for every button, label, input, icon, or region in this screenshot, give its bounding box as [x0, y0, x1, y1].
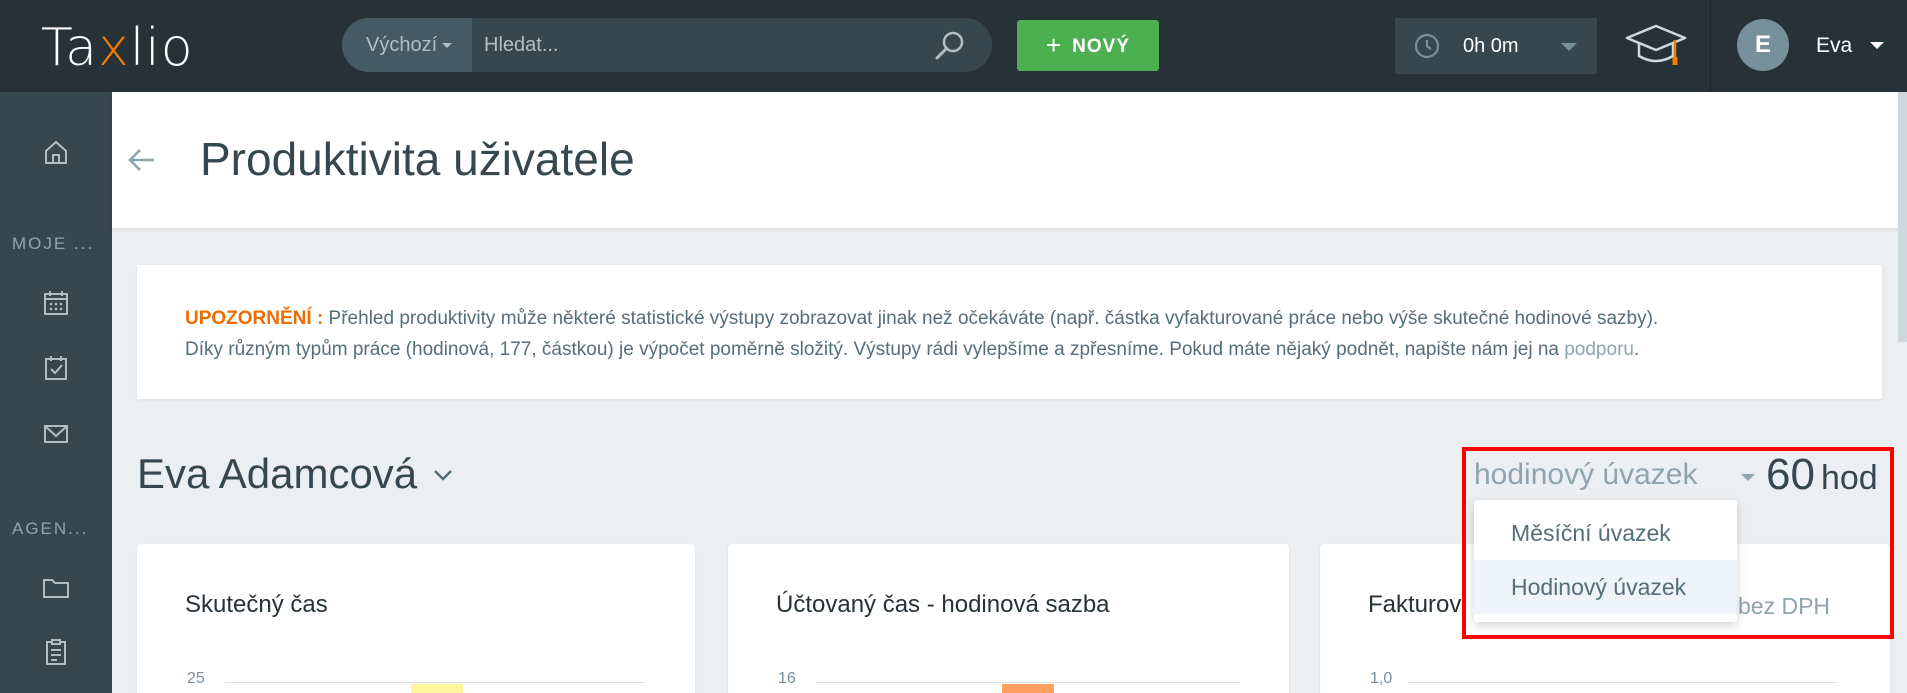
caret-down-icon[interactable]	[1561, 43, 1577, 51]
chart-card: Účtovaný čas - hodinová sazba 16	[728, 544, 1289, 693]
avatar[interactable]: E	[1737, 19, 1789, 71]
support-link[interactable]: podporu	[1564, 339, 1634, 360]
clipboard-icon[interactable]	[40, 636, 72, 668]
tasks-icon[interactable]	[40, 352, 72, 384]
axis-tick-label: 1,0	[1370, 670, 1393, 687]
chart-bar[interactable]	[411, 684, 463, 693]
highlight-box	[1462, 447, 1894, 639]
warning-notice: UPOZORNĚNÍ : Přehled produktivity může n…	[137, 265, 1882, 399]
new-button[interactable]: + NOVÝ	[1017, 20, 1159, 71]
timer-value: 0h 0m	[1463, 35, 1519, 57]
chart-card: Skutečný čas 25	[137, 544, 695, 693]
page-title: Produktivita uživatele	[200, 133, 635, 185]
scrollbar[interactable]	[1898, 92, 1907, 342]
sidebar-section-label: AGEN...	[12, 519, 89, 538]
page-header: Produktivita uživatele	[112, 92, 1907, 228]
search-input[interactable]: Hledat...	[484, 18, 558, 72]
notice-line-2: Díky různým typům práce (hodinová, 177, …	[185, 339, 1640, 360]
mail-icon[interactable]	[40, 418, 72, 450]
chevron-down-icon[interactable]	[432, 468, 454, 482]
card-title: Skutečný čas	[185, 591, 328, 618]
caret-down-icon	[442, 43, 453, 49]
axis-tick-label: 25	[187, 670, 205, 687]
calendar-icon[interactable]	[40, 287, 72, 319]
caret-down-icon[interactable]	[1870, 42, 1884, 49]
top-bar: Taxlio Výchozí Hledat... + NOVÝ 0h 0m E E…	[0, 0, 1907, 92]
graduation-cap-icon[interactable]	[1625, 20, 1687, 70]
card-title: Účtovaný čas - hodinová sazba	[776, 591, 1110, 618]
chart-bar[interactable]	[1002, 684, 1054, 693]
axis-line	[225, 682, 645, 683]
user-selector[interactable]: Eva Adamcová	[137, 450, 417, 498]
history-icon	[1414, 33, 1440, 59]
folder-icon[interactable]	[40, 571, 72, 603]
app-logo[interactable]: Taxlio	[41, 18, 194, 78]
user-name[interactable]: Eva	[1816, 0, 1852, 92]
notice-line-1: UPOZORNĚNÍ : Přehled produktivity může n…	[185, 308, 1659, 329]
warning-label: UPOZORNĚNÍ :	[185, 308, 324, 329]
plus-icon: +	[1045, 30, 1063, 60]
home-icon[interactable]	[40, 136, 72, 168]
sidebar-section-label: MOJE ...	[12, 234, 95, 253]
divider	[1710, 0, 1711, 92]
axis-line	[1408, 682, 1838, 683]
axis-tick-label: 16	[778, 670, 796, 687]
search-icon[interactable]	[934, 30, 966, 62]
card-title: Fakturov	[1368, 591, 1462, 618]
back-arrow-icon[interactable]	[126, 144, 158, 176]
axis-line	[816, 682, 1240, 683]
search-bar: Výchozí Hledat...	[342, 18, 992, 72]
search-scope-dropdown[interactable]: Výchozí	[342, 18, 472, 72]
sidebar: MOJE ... AGEN...	[0, 92, 112, 693]
time-tracker[interactable]: 0h 0m	[1395, 18, 1597, 74]
